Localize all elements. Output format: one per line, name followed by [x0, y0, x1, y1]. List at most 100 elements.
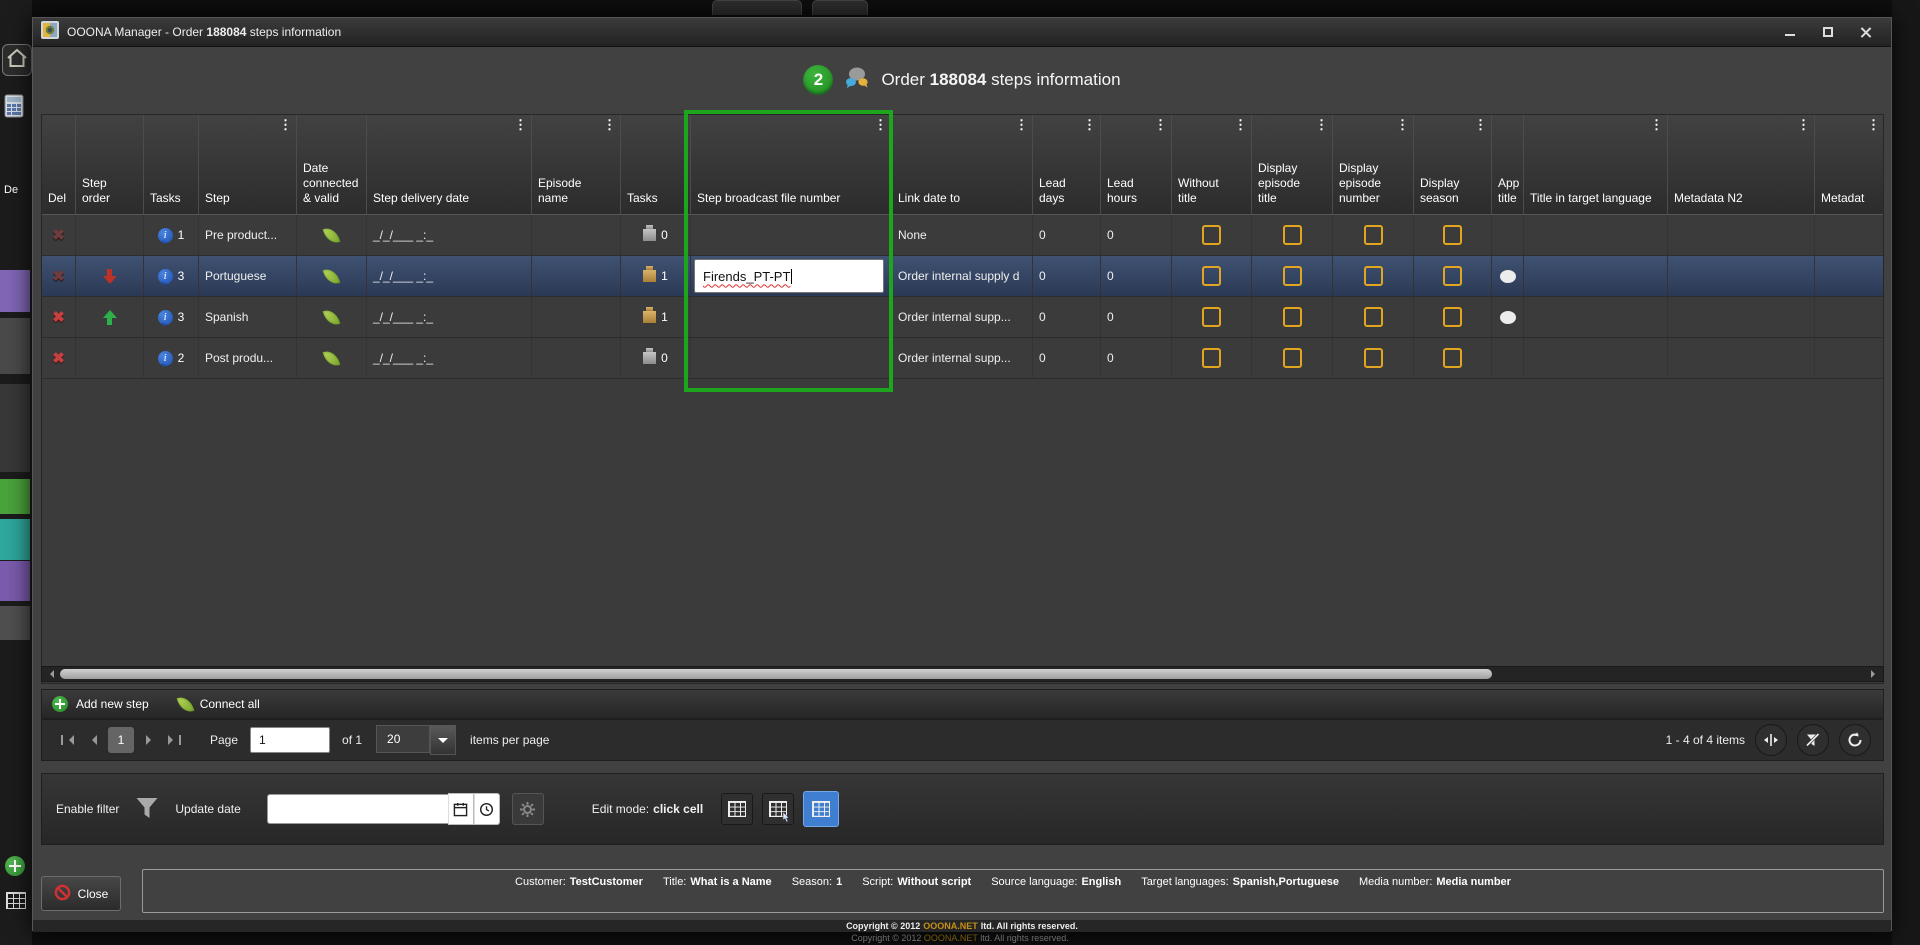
close-button[interactable]: Close	[41, 876, 121, 911]
cell-step[interactable]: Post produ...	[199, 338, 297, 378]
last-page-button[interactable]	[164, 728, 188, 752]
home-button[interactable]	[2, 44, 32, 76]
scrollbar-thumb[interactable]	[60, 669, 1492, 679]
cell-broadcast[interactable]	[691, 297, 892, 337]
unchecked-checkbox[interactable]	[1283, 266, 1302, 286]
cell-episode[interactable]	[532, 215, 621, 255]
cell-link[interactable]: Order internal supp...	[892, 297, 1033, 337]
cell-delivery[interactable]: _/_/___ _:_	[367, 256, 532, 296]
tasks-info-icon[interactable]: i	[158, 269, 173, 284]
unchecked-checkbox[interactable]	[1443, 225, 1462, 245]
tasks-count-icon[interactable]	[643, 229, 656, 241]
column-header-disp_ep_num[interactable]: Display episode number⋮	[1333, 115, 1414, 214]
cell-link[interactable]: Order internal supply d	[892, 256, 1033, 296]
table-row[interactable]: ✖i3Spanish_/_/___ _:_1Order internal sup…	[42, 297, 1883, 338]
unchecked-checkbox[interactable]	[1202, 225, 1221, 245]
cell-app_title[interactable]	[1492, 256, 1524, 296]
cell-tasks[interactable]: i1	[144, 215, 199, 255]
cell-title_target[interactable]	[1524, 215, 1668, 255]
column-header-without_title[interactable]: Without title⋮	[1172, 115, 1252, 214]
column-header-metadata_x[interactable]: Metadat⋮	[1815, 115, 1884, 214]
calendar-icon[interactable]	[448, 793, 474, 825]
page-input[interactable]	[250, 727, 330, 753]
calculator-icon[interactable]	[4, 94, 24, 123]
column-menu-icon[interactable]: ⋮	[1083, 117, 1096, 133]
items-per-page-select[interactable]: 20	[376, 725, 456, 755]
cell-link[interactable]: None	[892, 215, 1033, 255]
column-header-lead_hours[interactable]: Lead hours⋮	[1101, 115, 1172, 214]
column-menu-icon[interactable]: ⋮	[603, 117, 616, 133]
unchecked-checkbox[interactable]	[1443, 266, 1462, 286]
delete-step-icon[interactable]: ✖	[52, 228, 65, 243]
column-menu-icon[interactable]: ⋮	[279, 117, 292, 133]
add-icon[interactable]	[5, 856, 25, 876]
cell-broadcast[interactable]: Firends_PT-PT	[691, 256, 892, 296]
cell-tasks[interactable]: i2	[144, 338, 199, 378]
cell-metadata_x[interactable]	[1815, 297, 1884, 337]
chevron-down-icon[interactable]	[430, 725, 456, 755]
scroll-right-icon[interactable]	[1867, 667, 1883, 681]
cell-disp_season[interactable]	[1414, 215, 1492, 255]
column-header-disp_ep_title[interactable]: Display episode title⋮	[1252, 115, 1333, 214]
unchecked-checkbox[interactable]	[1202, 266, 1221, 286]
delete-step-icon[interactable]: ✖	[52, 269, 65, 284]
cell-connected[interactable]	[297, 215, 367, 255]
cell-tasks[interactable]: i3	[144, 297, 199, 337]
cell-disp_ep_title[interactable]	[1252, 338, 1333, 378]
column-menu-icon[interactable]: ⋮	[1474, 117, 1487, 133]
cell-delivery[interactable]: _/_/___ _:_	[367, 297, 532, 337]
cell-link[interactable]: Order internal supp...	[892, 338, 1033, 378]
cell-metadata_x[interactable]	[1815, 338, 1884, 378]
cell-disp_season[interactable]	[1414, 338, 1492, 378]
table-row[interactable]: ✖i2Post produ..._/_/___ _:_0Order intern…	[42, 338, 1883, 379]
maximize-button[interactable]	[1821, 25, 1835, 39]
cell-app_title[interactable]	[1492, 297, 1524, 337]
cell-without_title[interactable]	[1172, 338, 1252, 378]
gear-icon[interactable]	[512, 793, 544, 825]
cell-metadata_n2[interactable]	[1668, 338, 1815, 378]
cell-lead_hours[interactable]: 0	[1101, 215, 1172, 255]
unchecked-checkbox[interactable]	[1283, 225, 1302, 245]
cell-metadata_n2[interactable]	[1668, 256, 1815, 296]
cell-title_target[interactable]	[1524, 338, 1668, 378]
add-new-step-button[interactable]: Add new step	[76, 697, 149, 711]
filter-funnel-icon[interactable]	[135, 797, 159, 822]
minimize-button[interactable]	[1783, 25, 1797, 39]
edit-mode-batch-button[interactable]	[721, 793, 753, 825]
cell-disp_ep_title[interactable]	[1252, 215, 1333, 255]
cell-metadata_n2[interactable]	[1668, 297, 1815, 337]
cell-disp_ep_num[interactable]	[1333, 338, 1414, 378]
cell-episode[interactable]	[532, 256, 621, 296]
column-header-lead_days[interactable]: Lead days⋮	[1033, 115, 1101, 214]
step-order-down-icon[interactable]	[103, 269, 117, 284]
cell-metadata_n2[interactable]	[1668, 215, 1815, 255]
scroll-left-icon[interactable]	[42, 667, 58, 681]
column-menu-icon[interactable]: ⋮	[1154, 117, 1167, 133]
refresh-button[interactable]	[1839, 724, 1871, 756]
cell-order[interactable]	[76, 338, 144, 378]
column-header-del[interactable]: Del	[42, 115, 76, 214]
unchecked-checkbox[interactable]	[1443, 348, 1462, 368]
unchecked-checkbox[interactable]	[1364, 307, 1383, 327]
tasks-info-icon[interactable]: i	[158, 351, 173, 366]
cell-title_target[interactable]	[1524, 256, 1668, 296]
delete-step-icon[interactable]: ✖	[52, 351, 65, 366]
connect-all-leaf-icon[interactable]	[176, 694, 194, 714]
cell-delivery[interactable]: _/_/___ _:_	[367, 215, 532, 255]
unchecked-checkbox[interactable]	[1443, 307, 1462, 327]
app-title-bubble-icon[interactable]	[1500, 311, 1516, 324]
column-header-delivery[interactable]: Step delivery date⋮	[367, 115, 532, 214]
column-header-app_title[interactable]: App title	[1492, 115, 1524, 214]
cell-disp_season[interactable]	[1414, 256, 1492, 296]
connected-leaf-icon[interactable]	[323, 348, 341, 368]
column-header-title_target[interactable]: Title in target language⋮	[1524, 115, 1668, 214]
cell-disp_ep_title[interactable]	[1252, 256, 1333, 296]
cell-disp_ep_title[interactable]	[1252, 297, 1333, 337]
cell-connected[interactable]	[297, 297, 367, 337]
broadcast-file-input[interactable]: Firends_PT-PT	[694, 259, 884, 293]
connected-leaf-icon[interactable]	[323, 266, 341, 286]
cell-episode[interactable]	[532, 338, 621, 378]
grid-view-icon[interactable]	[6, 892, 26, 909]
connected-leaf-icon[interactable]	[323, 307, 341, 327]
table-row[interactable]: ✖i1Pre product..._/_/___ _:_0None00	[42, 215, 1883, 256]
